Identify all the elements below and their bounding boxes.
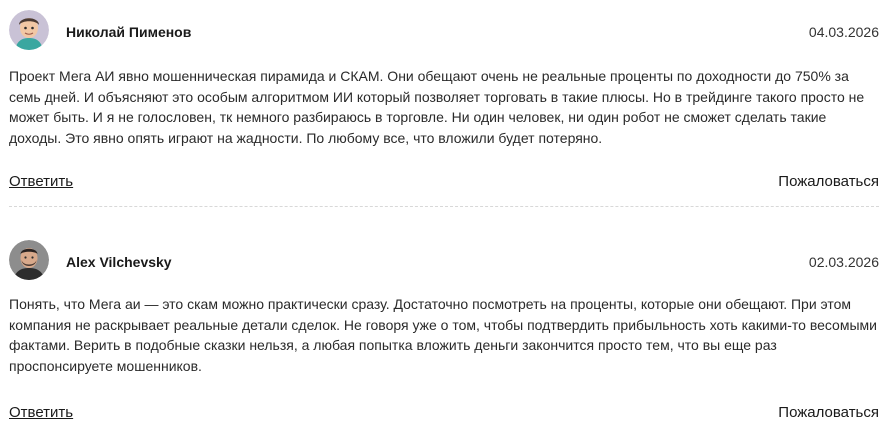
comment-author: Alex Vilchevsky bbox=[66, 254, 172, 270]
comment-item: Николай Пименов 04.03.2026 Проект Мега А… bbox=[9, 8, 879, 190]
avatar bbox=[9, 240, 49, 280]
comment-actions: Ответить Пожаловаться bbox=[9, 173, 879, 193]
comment-text: Понять, что Мега аи — это скам можно пра… bbox=[9, 296, 877, 374]
report-link[interactable]: Пожаловаться bbox=[778, 173, 879, 190]
avatar bbox=[9, 10, 49, 50]
comment-item: Alex Vilchevsky 02.03.2026 Понять, что М… bbox=[9, 238, 879, 421]
comment-actions: Ответить Пожаловаться bbox=[9, 404, 879, 424]
comment-header: Николай Пименов 04.03.2026 bbox=[9, 8, 879, 54]
report-link[interactable]: Пожаловаться bbox=[778, 404, 879, 421]
reply-link[interactable]: Ответить bbox=[9, 404, 73, 421]
comment-divider bbox=[9, 206, 879, 207]
comment-header: Alex Vilchevsky 02.03.2026 bbox=[9, 238, 879, 284]
comment-date: 02.03.2026 bbox=[808, 254, 879, 270]
comment-date: 04.03.2026 bbox=[808, 24, 879, 40]
reply-link[interactable]: Ответить bbox=[9, 173, 73, 190]
comment-text: Проект Мега АИ явно мошенническая пирами… bbox=[9, 68, 865, 146]
comment-author: Николай Пименов bbox=[66, 24, 192, 40]
